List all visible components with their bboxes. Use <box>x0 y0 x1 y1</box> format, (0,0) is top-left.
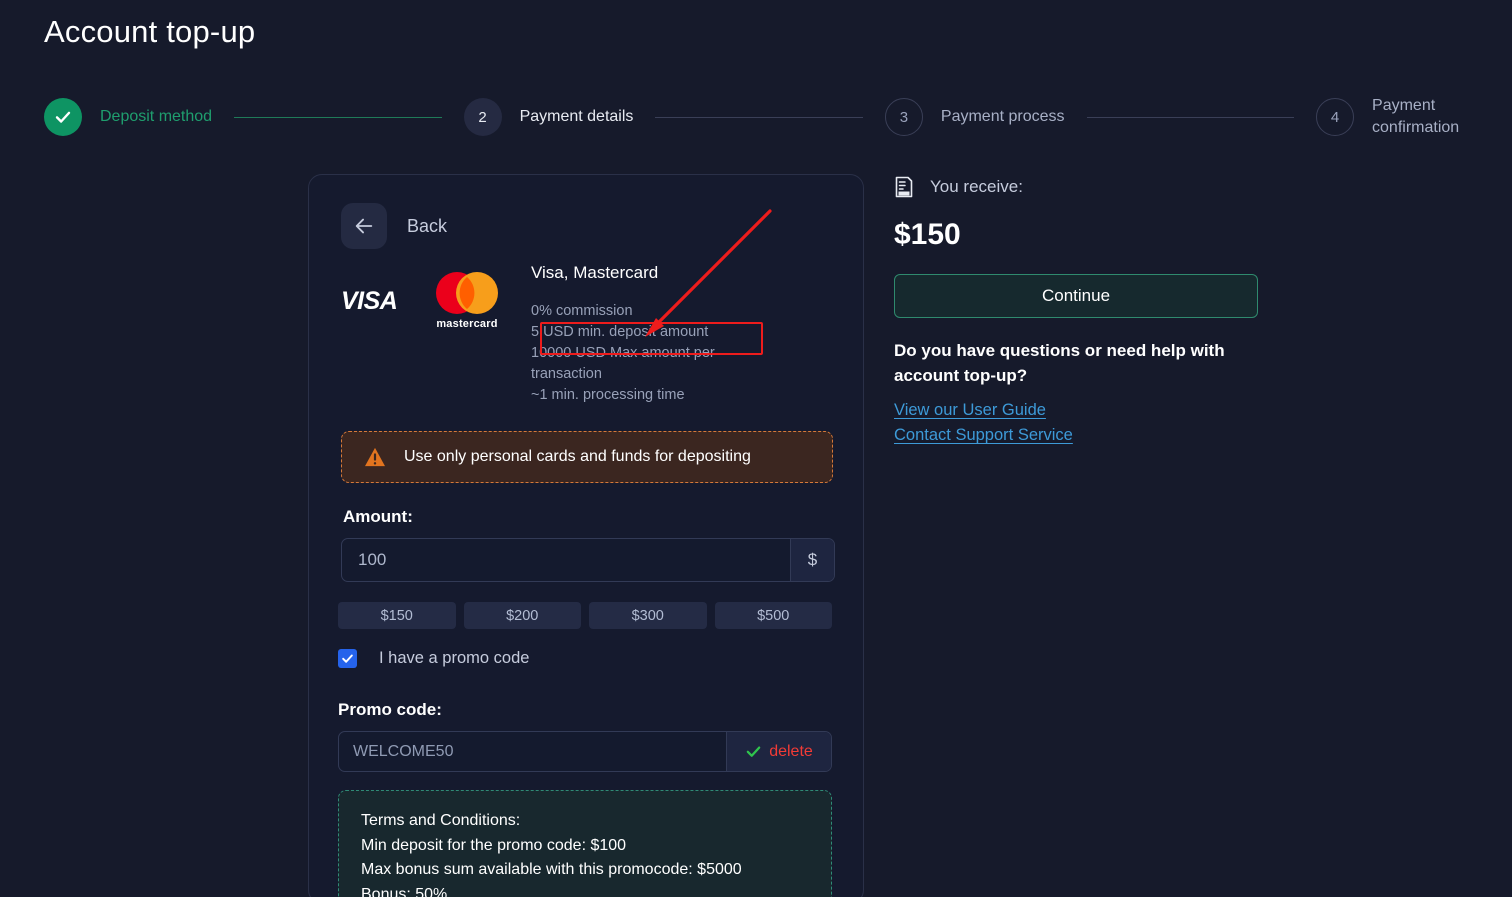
method-detail-processing-time: ~1 min. processing time <box>531 387 685 403</box>
step-1-label: Deposit method <box>100 108 213 125</box>
step-3-label: Payment process <box>940 108 1065 125</box>
amount-label: Amount: <box>343 507 413 526</box>
visa-logo: VISA <box>341 287 417 315</box>
payment-method-block: VISA mastercard Visa, Mastercard 0% comm… <box>341 261 833 406</box>
terms-title: Terms and Conditions: <box>361 812 521 829</box>
step-3-circle: 3 <box>884 98 923 136</box>
step-deposit-method[interactable]: Deposit method <box>44 98 212 136</box>
check-icon <box>342 654 353 663</box>
method-detail-min-deposit: 5 USD min. deposit amount <box>531 324 709 340</box>
support-service-link[interactable]: Contact Support Service <box>894 426 1073 445</box>
back-row[interactable]: Back <box>341 203 447 249</box>
mastercard-wordmark: mastercard <box>436 318 498 330</box>
mastercard-logo: mastercard <box>431 271 503 330</box>
warning-banner: Use only personal cards and funds for de… <box>341 431 833 483</box>
step-2-label: Payment details <box>519 108 634 125</box>
step-payment-details[interactable]: 2 Payment details <box>463 98 634 136</box>
card-brand-logos: VISA mastercard <box>341 261 531 330</box>
terms-max-bonus: Max bonus sum available with this promoc… <box>361 861 742 878</box>
user-guide-link[interactable]: View our User Guide <box>894 401 1046 420</box>
warning-text: Use only personal cards and funds for de… <box>404 448 751 465</box>
method-detail-max-amount: 10000 USD Max amount per transaction <box>531 345 715 382</box>
step-4-circle: 4 <box>1316 98 1355 136</box>
method-name: Visa, Mastercard <box>531 263 659 282</box>
continue-button[interactable]: Continue <box>894 274 1258 318</box>
step-4-label: Payment confirmation <box>1372 97 1460 136</box>
check-icon <box>746 746 761 757</box>
promo-checkbox-label: I have a promo code <box>379 649 530 667</box>
promo-code-input[interactable] <box>339 732 726 771</box>
warning-triangle-icon <box>365 447 385 467</box>
quick-amount-300[interactable]: $300 <box>589 602 707 629</box>
step-payment-process[interactable]: 3 Payment process <box>884 98 1065 136</box>
you-receive-amount: $150 <box>894 218 961 251</box>
promo-checkbox-row[interactable]: I have a promo code <box>338 649 529 668</box>
currency-symbol: $ <box>790 539 834 581</box>
method-info: Visa, Mastercard 0% commission 5 USD min… <box>531 261 736 406</box>
amount-input[interactable] <box>342 539 790 581</box>
step-2-circle: 2 <box>463 98 502 136</box>
receipt-icon <box>895 176 913 198</box>
terms-bonus: Bonus: 50% <box>361 885 448 897</box>
promo-delete-label: delete <box>769 742 813 760</box>
promo-delete-button[interactable]: delete <box>726 732 831 771</box>
step-payment-confirmation[interactable]: 4 Payment confirmation <box>1316 95 1492 139</box>
step-connector-2 <box>655 116 863 118</box>
promo-code-label: Promo code: <box>338 700 442 719</box>
back-button[interactable] <box>341 203 387 249</box>
help-text: Do you have questions or need help with … <box>894 341 1225 385</box>
terms-and-conditions-box: Terms and Conditions: Min deposit for th… <box>338 790 832 897</box>
step-1-circle <box>44 98 82 136</box>
promo-checkbox[interactable] <box>338 649 357 668</box>
svg-text:VISA: VISA <box>341 288 397 314</box>
you-receive-label: You receive: <box>930 177 1023 196</box>
quick-amount-500[interactable]: $500 <box>714 602 832 629</box>
quick-amount-row: $150 $200 $300 $500 <box>338 602 832 629</box>
step-connector-1 <box>234 116 442 118</box>
terms-min-deposit: Min deposit for the promo code: $100 <box>361 836 627 854</box>
arrow-left-icon <box>355 218 373 234</box>
payment-details-panel: Back VISA mastercard Visa, Mastercard 0%… <box>308 174 864 897</box>
progress-stepper: Deposit method 2 Payment details 3 Payme… <box>44 92 1492 142</box>
page-title: Account top-up <box>44 14 256 49</box>
method-detail-commission: 0% commission <box>531 303 633 319</box>
quick-amount-200[interactable]: $200 <box>463 602 581 629</box>
quick-amount-150[interactable]: $150 <box>338 602 456 629</box>
check-icon <box>55 111 71 123</box>
you-receive-row: You receive: <box>894 176 1023 198</box>
promo-code-field[interactable]: delete <box>338 731 832 772</box>
back-label: Back <box>407 215 448 236</box>
amount-field[interactable]: $ <box>341 538 835 582</box>
step-connector-3 <box>1086 116 1295 118</box>
